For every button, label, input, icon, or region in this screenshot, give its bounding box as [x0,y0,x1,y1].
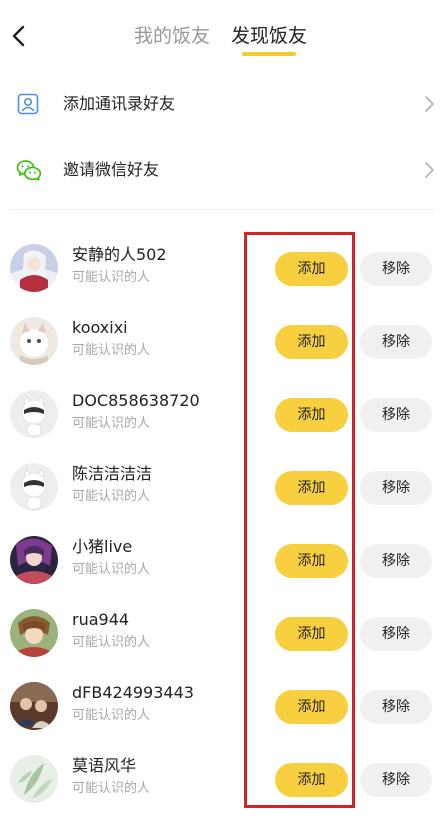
friend-relation: 可能认识的人 [72,343,151,358]
avatar[interactable] [10,682,58,730]
add-friend-button[interactable]: 添加 [275,763,348,797]
friend-row: 陈洁洁洁洁 可能认识的人 添加 移除 [0,451,445,524]
wechat-icon [16,158,42,182]
remove-suggestion-button[interactable]: 移除 [360,325,432,359]
friend-name: dFB424993443 [72,683,194,702]
friend-suggestion-list: 安静的人502 可能认识的人 添加 移除 kooxixi 可能认识的人 添加 移… [0,232,445,816]
friend-name: 陈洁洁洁洁 [72,464,153,483]
back-button[interactable] [8,22,32,50]
friend-row: rua944 可能认识的人 添加 移除 [0,597,445,670]
remove-suggestion-button[interactable]: 移除 [360,252,432,286]
friend-row: DOC858638720 可能认识的人 添加 移除 [0,378,445,451]
avatar[interactable] [10,463,58,511]
friend-relation: 可能认识的人 [72,489,151,504]
remove-suggestion-button[interactable]: 移除 [360,763,432,797]
friend-name: rua944 [72,610,130,629]
top-nav: 我的饭友 发现饭友 [0,0,445,70]
add-friend-button[interactable]: 添加 [275,617,348,651]
remove-suggestion-button[interactable]: 移除 [360,690,432,724]
chevron-left-icon [12,25,25,47]
friend-row: dFB424993443 可能认识的人 添加 移除 [0,670,445,743]
friend-row: 安静的人502 可能认识的人 添加 移除 [0,232,445,305]
tab-my-friends[interactable]: 我的饭友 [134,24,210,48]
friend-relation: 可能认识的人 [72,270,151,285]
avatar[interactable] [10,609,58,657]
remove-suggestion-button[interactable]: 移除 [360,471,432,505]
avatar[interactable] [10,536,58,584]
friend-row: 小猪live 可能认识的人 添加 移除 [0,524,445,597]
chevron-right-icon [423,160,435,180]
invite-wechat-label: 邀请微信好友 [63,160,160,179]
add-contacts-row[interactable]: 添加通讯录好友 [0,74,445,134]
friend-relation: 可能认识的人 [72,781,151,796]
tab-discover-friends[interactable]: 发现饭友 [231,24,307,48]
section-divider [10,209,435,210]
add-friend-button[interactable]: 添加 [275,690,348,724]
avatar[interactable] [10,244,58,292]
friend-row: kooxixi 可能认识的人 添加 移除 [0,305,445,378]
friend-name: 莫语风华 [72,756,137,775]
add-friend-button[interactable]: 添加 [275,471,348,505]
remove-suggestion-button[interactable]: 移除 [360,617,432,651]
friend-relation: 可能认识的人 [72,708,151,723]
friend-relation: 可能认识的人 [72,416,151,431]
active-tab-indicator [242,52,296,56]
remove-suggestion-button[interactable]: 移除 [360,398,432,432]
add-contacts-label: 添加通讯录好友 [63,94,176,113]
contact-card-icon [16,92,40,116]
friend-name: DOC858638720 [72,391,200,410]
friend-row: 莫语风华 可能认识的人 添加 移除 [0,743,445,816]
friend-relation: 可能认识的人 [72,635,151,650]
friend-name: 安静的人502 [72,245,167,264]
friend-name: kooxixi [72,318,128,337]
friend-relation: 可能认识的人 [72,562,151,577]
avatar[interactable] [10,390,58,438]
invite-wechat-row[interactable]: 邀请微信好友 [0,140,445,200]
add-friend-button[interactable]: 添加 [275,544,348,578]
add-friend-button[interactable]: 添加 [275,398,348,432]
add-friend-button[interactable]: 添加 [275,325,348,359]
friend-name: 小猪live [72,537,133,556]
avatar[interactable] [10,755,58,803]
chevron-right-icon [423,94,435,114]
remove-suggestion-button[interactable]: 移除 [360,544,432,578]
add-friend-button[interactable]: 添加 [275,252,348,286]
avatar[interactable] [10,317,58,365]
